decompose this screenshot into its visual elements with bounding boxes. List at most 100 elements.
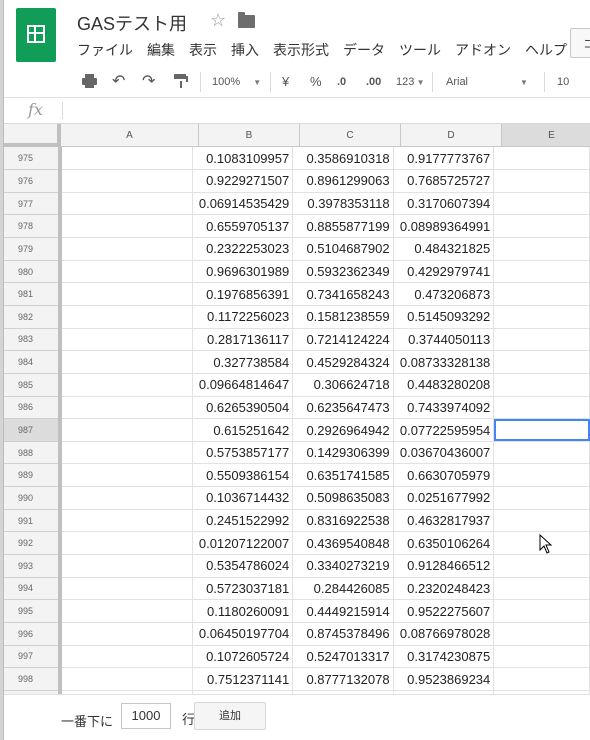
cell-d[interactable]: 0.08733328138	[393, 350, 495, 374]
column-header-e[interactable]: E	[502, 124, 590, 147]
cell-b[interactable]: 0.09664814647	[192, 373, 294, 397]
cell-d[interactable]: 0.3174230875	[393, 645, 495, 669]
cell-c[interactable]: 0.7214124224	[292, 328, 394, 352]
cell-e[interactable]	[493, 599, 590, 623]
menu-tools[interactable]: ツール	[399, 40, 441, 60]
cell-c[interactable]: 0.5932362349	[292, 260, 394, 284]
cell-e[interactable]	[493, 509, 590, 533]
cell-c[interactable]: 0.6235647473	[292, 396, 394, 420]
cell-b[interactable]: 0.615251642	[192, 418, 294, 442]
cell-d[interactable]: 0.08766978028	[393, 622, 495, 646]
column-header-c[interactable]: C	[300, 124, 401, 147]
row-header[interactable]: 984	[4, 350, 63, 374]
document-title[interactable]: GASテスト用	[77, 10, 187, 36]
cell-b[interactable]: 0.06450197704	[192, 622, 294, 646]
cell-c[interactable]: 0.1581238559	[292, 305, 394, 329]
cell-c[interactable]: 0.4369540848	[292, 531, 394, 556]
cell-a[interactable]	[60, 622, 193, 646]
cell-c[interactable]: 0.2926964942	[292, 418, 394, 442]
row-header[interactable]: 997	[4, 645, 63, 669]
cell-b[interactable]: 0.6265390504	[192, 396, 294, 420]
cell-e[interactable]	[493, 577, 590, 601]
row-header[interactable]: 989	[4, 463, 63, 488]
cell-a[interactable]	[60, 531, 193, 556]
cell-e[interactable]	[493, 645, 590, 669]
cell-c[interactable]: 0.3586910318	[292, 147, 394, 171]
cell-d[interactable]: 0.08989364991	[393, 214, 495, 239]
folder-icon[interactable]	[238, 12, 255, 28]
cell-a[interactable]	[60, 147, 193, 171]
menu-data[interactable]: データ	[343, 40, 385, 60]
cell-b[interactable]: 0.1083109957	[192, 147, 294, 171]
percent-format-button[interactable]: %	[310, 73, 322, 91]
cell-c[interactable]: 0.4449215914	[292, 599, 394, 623]
cell-d[interactable]: 0.0251677992	[393, 486, 495, 510]
sheets-logo-icon[interactable]	[16, 8, 56, 62]
cell-b[interactable]: 0.1976856391	[192, 282, 294, 306]
cell-a[interactable]	[60, 214, 193, 239]
cell-e[interactable]	[493, 622, 590, 646]
cell-a[interactable]	[60, 441, 193, 465]
row-header[interactable]: 975	[4, 147, 63, 171]
cell-c[interactable]: 0.8961299063	[292, 169, 394, 193]
cell-a[interactable]	[60, 645, 193, 669]
row-header[interactable]: 981	[4, 282, 63, 306]
row-header[interactable]: 985	[4, 373, 63, 397]
zoom-select[interactable]: 100% ▼	[212, 73, 261, 91]
row-header[interactable]: 982	[4, 305, 63, 329]
select-all-corner[interactable]	[4, 124, 61, 147]
cell-e[interactable]	[493, 305, 590, 329]
cell-d[interactable]: 0.473206873	[393, 282, 495, 306]
cell-c[interactable]: 0.7341658243	[292, 282, 394, 306]
redo-icon[interactable]: ↷	[142, 73, 155, 91]
print-icon[interactable]	[82, 74, 97, 88]
cell-e[interactable]	[493, 667, 590, 691]
menu-insert[interactable]: 挿入	[231, 40, 259, 60]
cell-e[interactable]	[493, 147, 590, 171]
cell-e[interactable]	[493, 214, 590, 239]
menu-format[interactable]: 表示形式	[273, 40, 329, 60]
comments-button[interactable]: コ	[570, 28, 590, 58]
cell-c[interactable]: 0.3340273219	[292, 554, 394, 578]
more-formats-select[interactable]: 123 ▼	[396, 73, 425, 91]
cell-b[interactable]: 0.5354786024	[192, 554, 294, 578]
cell-e[interactable]	[493, 486, 590, 510]
undo-icon[interactable]: ↶	[112, 73, 125, 91]
cell-a[interactable]	[60, 577, 193, 601]
cell-c[interactable]: 0.284426085	[292, 577, 394, 601]
cell-e[interactable]	[493, 169, 590, 193]
cell-c[interactable]: 0.8745378496	[292, 622, 394, 646]
menu-help[interactable]: ヘルプ	[525, 40, 567, 60]
cell-d[interactable]: 0.2320248423	[393, 577, 495, 601]
cell-a[interactable]	[60, 463, 193, 488]
menu-view[interactable]: 表示	[189, 40, 217, 60]
row-header[interactable]: 994	[4, 577, 63, 601]
cell-e[interactable]	[493, 350, 590, 374]
cell-b[interactable]: 0.1036714432	[192, 486, 294, 510]
cell-c[interactable]: 0.306624718	[292, 373, 394, 397]
cell-e[interactable]	[493, 554, 590, 578]
cell-a[interactable]	[60, 282, 193, 306]
row-header[interactable]: 978	[4, 214, 63, 239]
menu-addons[interactable]: アドオン	[455, 40, 511, 60]
decrease-decimals-button[interactable]: .0	[337, 73, 346, 91]
cell-a[interactable]	[60, 237, 193, 261]
currency-format-button[interactable]: ¥	[282, 73, 289, 91]
cell-e[interactable]	[493, 396, 590, 420]
cell-e[interactable]	[493, 192, 590, 216]
cell-c[interactable]: 0.8316922538	[292, 509, 394, 533]
cell-b[interactable]: 0.01207122007	[192, 531, 294, 556]
cell-a[interactable]	[60, 192, 193, 216]
cell-b[interactable]: 0.7512371141	[192, 667, 294, 691]
paint-format-icon[interactable]	[174, 74, 188, 88]
cell-b[interactable]: 0.5753857177	[192, 441, 294, 465]
cell-a[interactable]	[60, 486, 193, 510]
row-header[interactable]: 979	[4, 237, 63, 261]
row-header[interactable]: 998	[4, 667, 63, 691]
cell-d[interactable]: 0.484321825	[393, 237, 495, 261]
cell-e[interactable]	[493, 260, 590, 284]
cell-b[interactable]: 0.9229271507	[192, 169, 294, 193]
cell-a[interactable]	[60, 396, 193, 420]
cell-d[interactable]: 0.7685725727	[393, 169, 495, 193]
row-header[interactable]: 983	[4, 328, 63, 352]
